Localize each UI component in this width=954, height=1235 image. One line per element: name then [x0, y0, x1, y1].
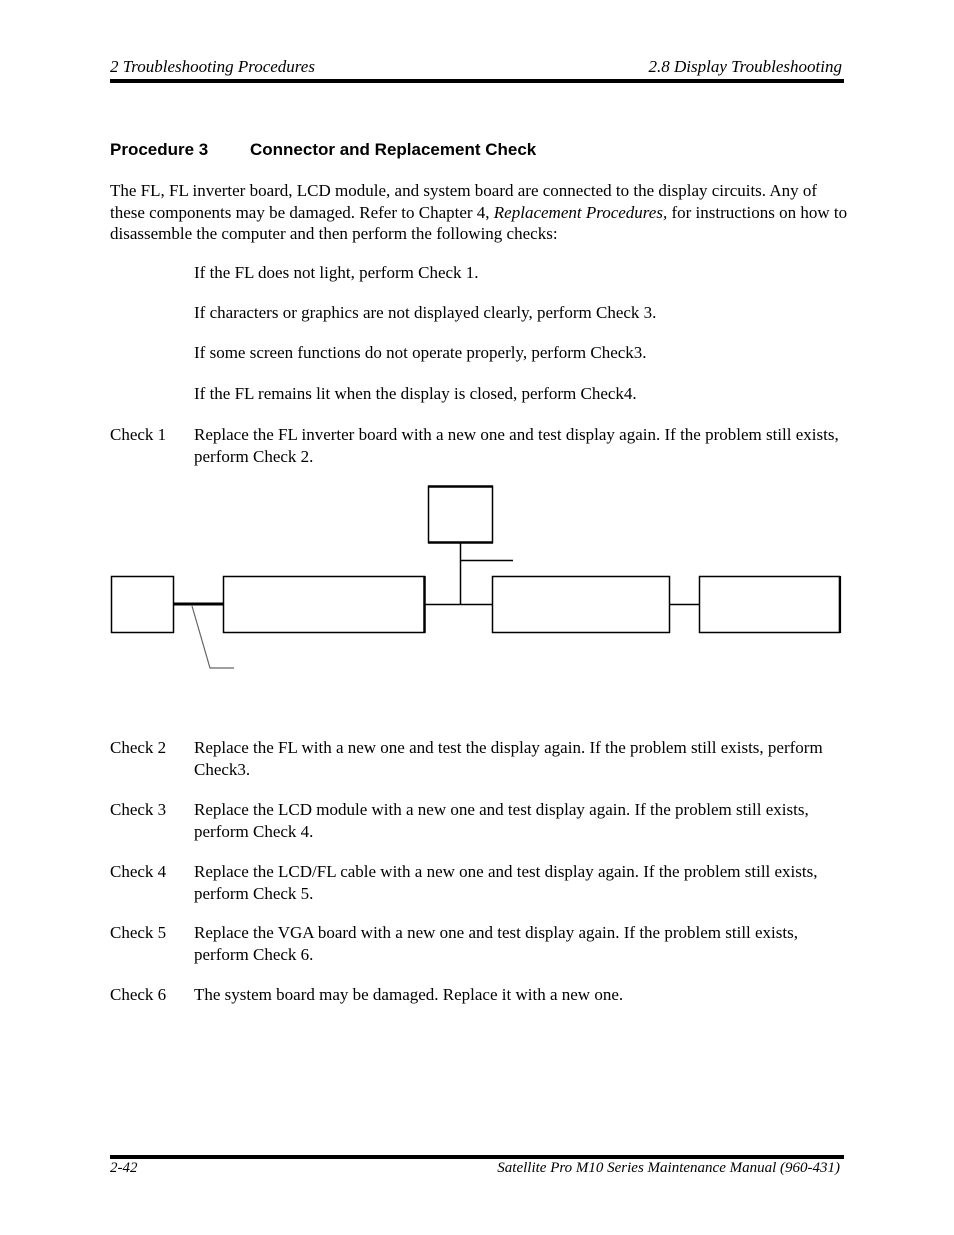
check-text: Replace the LCD/FL cable with a new one … — [194, 862, 818, 903]
check-label: Check 5 — [110, 923, 167, 942]
check-text: The system board may be damaged. Replace… — [194, 985, 624, 1004]
check-text: Replace the FL with a new one and test t… — [194, 738, 823, 779]
check-item: Check 5 Replace the VGA board with a new… — [110, 922, 850, 966]
connection-diagram — [110, 485, 842, 669]
check-item: Check 2 Replace the FL with a new one an… — [110, 737, 850, 781]
footer-page-number: 2-42 — [110, 1160, 138, 1176]
check-text: Replace the VGA board with a new one and… — [194, 923, 798, 964]
check-label: Check 6 — [110, 985, 167, 1004]
diagram-box-2 — [222, 575, 426, 634]
footer-rule — [110, 1155, 844, 1159]
check-item: Check 3 Replace the LCD module with a ne… — [110, 799, 850, 843]
check-item: Check 4 Replace the LCD/FL cable with a … — [110, 861, 850, 905]
diagram-box-1 — [110, 575, 175, 634]
check-text: Replace the LCD module with a new one an… — [194, 800, 809, 841]
diagram-box-3 — [427, 485, 494, 544]
callout-leader-line — [191, 605, 234, 669]
diagram-box-4 — [491, 575, 671, 634]
diagram-box-5 — [698, 575, 841, 634]
check-label: Check 3 — [110, 800, 167, 819]
footer-manual-title: Satellite Pro M10 Series Maintenance Man… — [497, 1160, 840, 1176]
check-item: Check 6 The system board may be damaged.… — [110, 984, 850, 1006]
check-label: Check 2 — [110, 738, 167, 757]
check-label: Check 4 — [110, 862, 167, 881]
